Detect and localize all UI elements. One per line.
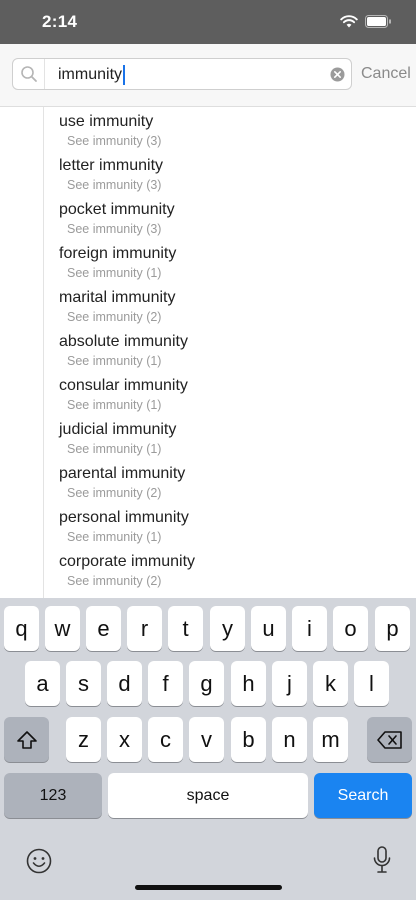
key-x[interactable]: x <box>107 717 142 762</box>
list-item[interactable]: absolute immunity See immunity (1) <box>59 329 399 373</box>
key-k[interactable]: k <box>313 661 348 706</box>
list-item[interactable]: personal immunity See immunity (1) <box>59 505 399 549</box>
key-w[interactable]: w <box>45 606 80 651</box>
search-bar: immunity Cancel <box>0 44 416 107</box>
key-i[interactable]: i <box>292 606 327 651</box>
cancel-button[interactable]: Cancel <box>361 65 411 83</box>
key-h[interactable]: h <box>231 661 266 706</box>
key-f[interactable]: f <box>148 661 183 706</box>
status-time: 2:14 <box>42 12 78 31</box>
key-e[interactable]: e <box>86 606 121 651</box>
key-q[interactable]: q <box>4 606 39 651</box>
keyboard: q w e r t y u i o p a s d f g h j k l z … <box>0 598 416 900</box>
key-p[interactable]: p <box>375 606 410 651</box>
result-term: use immunity <box>59 113 154 130</box>
key-z[interactable]: z <box>66 717 101 762</box>
text-cursor <box>123 65 126 85</box>
key-g[interactable]: g <box>189 661 224 706</box>
key-y[interactable]: y <box>210 606 245 651</box>
key-v[interactable]: v <box>189 717 224 762</box>
delete-icon <box>376 730 402 749</box>
result-reference: See immunity (3) <box>67 134 162 148</box>
shift-icon <box>16 730 37 749</box>
space-key[interactable]: space <box>108 773 308 818</box>
result-reference: See immunity (1) <box>67 398 162 412</box>
results-list: use immunity See immunity (3) letter imm… <box>0 107 416 598</box>
result-term: letter immunity <box>59 157 164 174</box>
result-term: absolute immunity <box>59 333 188 350</box>
result-term: judicial immunity <box>59 421 177 438</box>
list-item[interactable]: foreign immunity See immunity (1) <box>59 241 399 285</box>
list-item[interactable]: consular immunity See immunity (1) <box>59 373 399 417</box>
result-reference: See immunity (1) <box>67 354 162 368</box>
result-reference: See immunity (1) <box>67 442 162 456</box>
list-item[interactable]: marital immunity See immunity (2) <box>59 285 399 329</box>
clear-icon[interactable] <box>330 67 345 82</box>
result-reference: See immunity (3) <box>67 222 162 236</box>
result-term: consular immunity <box>59 377 188 394</box>
battery-icon <box>365 15 391 28</box>
status-icons <box>340 15 392 28</box>
result-reference: See immunity (2) <box>67 574 162 588</box>
search-input[interactable]: immunity <box>58 65 126 85</box>
key-j[interactable]: j <box>272 661 307 706</box>
emoji-icon[interactable] <box>26 848 52 874</box>
key-d[interactable]: d <box>107 661 142 706</box>
key-c[interactable]: c <box>148 717 183 762</box>
result-term: foreign immunity <box>59 245 177 262</box>
result-reference: See immunity (3) <box>67 178 162 192</box>
result-term: parental immunity <box>59 465 186 482</box>
key-u[interactable]: u <box>251 606 286 651</box>
list-item[interactable]: parental immunity See immunity (2) <box>59 461 399 505</box>
status-bar: 2:14 <box>0 0 416 44</box>
key-o[interactable]: o <box>333 606 368 651</box>
shift-key[interactable] <box>4 717 49 762</box>
search-divider <box>44 59 45 89</box>
key-t[interactable]: t <box>168 606 203 651</box>
result-reference: See immunity (1) <box>67 266 162 280</box>
key-m[interactable]: m <box>313 717 348 762</box>
result-reference: See immunity (1) <box>67 530 162 544</box>
result-term: corporate immunity <box>59 553 196 570</box>
search-key[interactable]: Search <box>314 773 412 818</box>
delete-key[interactable] <box>367 717 412 762</box>
results-left-rule <box>43 107 44 598</box>
list-item[interactable]: judicial immunity See immunity (1) <box>59 417 399 461</box>
result-reference: See immunity (2) <box>67 310 162 324</box>
wifi-icon <box>340 15 358 28</box>
result-term: marital immunity <box>59 289 176 306</box>
result-term: personal immunity <box>59 509 189 526</box>
key-r[interactable]: r <box>127 606 162 651</box>
microphone-icon[interactable] <box>372 846 392 874</box>
list-item[interactable]: corporate immunity See immunity (2) <box>59 549 399 593</box>
home-indicator[interactable] <box>135 885 282 890</box>
key-l[interactable]: l <box>354 661 389 706</box>
list-item[interactable]: use immunity See immunity (3) <box>59 109 399 153</box>
numbers-key[interactable]: 123 <box>4 773 102 818</box>
result-reference: See immunity (2) <box>67 486 162 500</box>
search-input-text: immunity <box>58 66 123 83</box>
search-input-box[interactable]: immunity <box>12 58 352 90</box>
key-s[interactable]: s <box>66 661 101 706</box>
list-item[interactable]: pocket immunity See immunity (3) <box>59 197 399 241</box>
key-a[interactable]: a <box>25 661 60 706</box>
key-n[interactable]: n <box>272 717 307 762</box>
list-item[interactable]: letter immunity See immunity (3) <box>59 153 399 197</box>
search-icon <box>21 66 37 82</box>
result-term: pocket immunity <box>59 201 175 218</box>
key-b[interactable]: b <box>231 717 266 762</box>
